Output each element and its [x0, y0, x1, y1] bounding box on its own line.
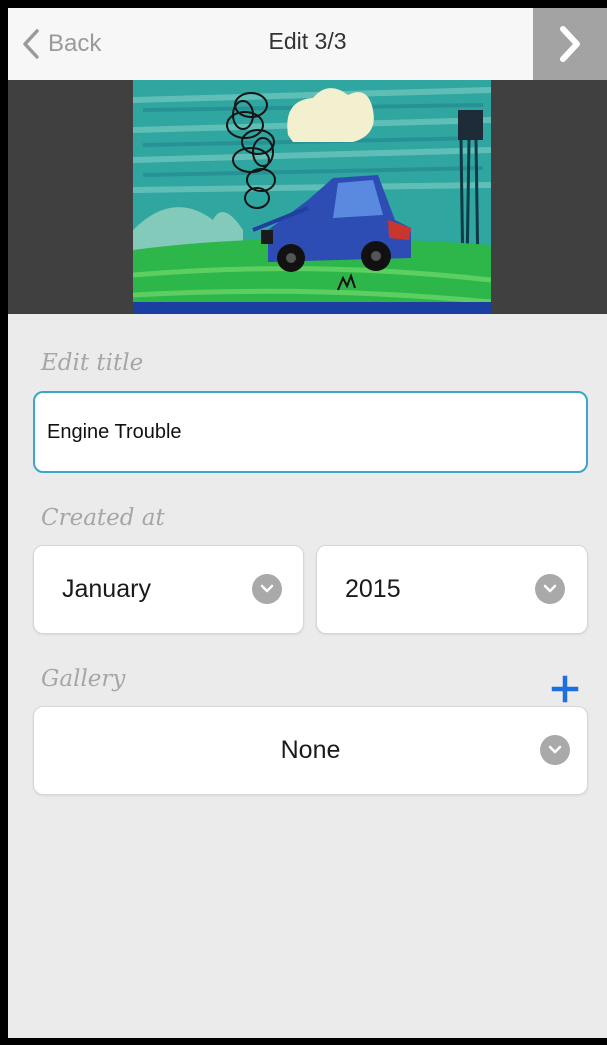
plus-icon[interactable] [549, 673, 581, 705]
chevron-down-icon [252, 574, 282, 604]
chevron-right-icon [560, 26, 580, 62]
title-input[interactable] [33, 391, 588, 473]
app-screen: Back Edit 3/3 Edit title Engine Trouble … [8, 8, 607, 1038]
month-value: January [62, 575, 151, 603]
edit-title-label: Edit title [41, 350, 144, 376]
chevron-down-icon [535, 574, 565, 604]
month-select[interactable]: January [33, 545, 304, 634]
gallery-label: Gallery [41, 666, 126, 692]
year-select[interactable]: 2015 [316, 545, 588, 634]
page-title: Edit 3/3 [268, 28, 347, 54]
created-at-label: Created at [41, 505, 165, 531]
drawing-image [133, 80, 491, 314]
year-value: 2015 [345, 575, 401, 603]
nav-bar: Back Edit 3/3 [8, 8, 607, 81]
next-button[interactable] [533, 8, 607, 80]
image-preview-area [8, 80, 607, 314]
gallery-select[interactable]: None [33, 706, 588, 795]
gallery-value: None [280, 736, 341, 764]
chevron-down-icon [540, 735, 570, 765]
